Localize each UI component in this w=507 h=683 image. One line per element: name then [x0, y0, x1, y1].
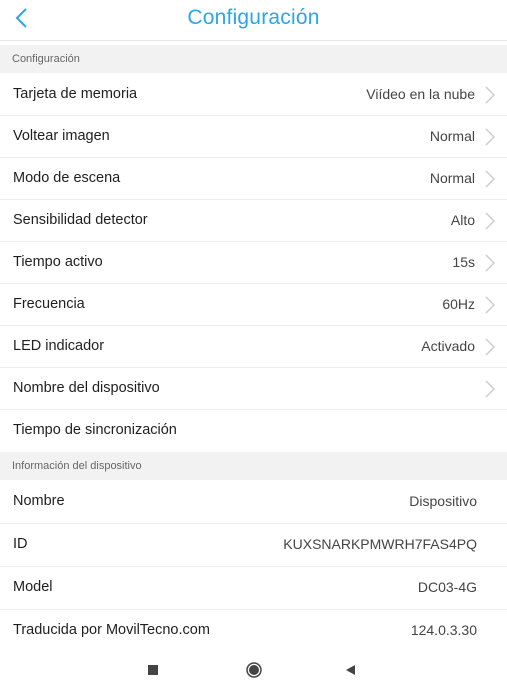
circle-icon[interactable]	[244, 660, 264, 680]
row-label: Tiempo de sincronización	[13, 422, 177, 438]
chevron-right-icon	[485, 296, 495, 314]
row-value: KUXSNARKPMWRH7FAS4PQ	[283, 536, 477, 552]
settings-screen: Configuración Configuración Tarjeta de m…	[0, 0, 507, 683]
settings-row-flip-image[interactable]: Voltear imagen Normal	[0, 116, 507, 158]
row-value: Normal	[429, 170, 475, 186]
header: Configuración	[0, 0, 507, 41]
row-label: Modo de escena	[13, 170, 121, 186]
row-value: Dispositivo	[409, 493, 477, 509]
settings-row-device-name[interactable]: Nombre del dispositivo	[0, 368, 507, 410]
chevron-right-icon	[485, 380, 495, 398]
row-value: Activado	[421, 338, 475, 354]
row-label: Frecuencia	[13, 296, 85, 312]
settings-row-detector-sensitivity[interactable]: Sensibilidad detector Alto	[0, 200, 507, 242]
settings-row-led-indicator[interactable]: LED indicador Activado	[0, 326, 507, 368]
square-icon[interactable]	[143, 660, 163, 680]
row-value: 60Hz	[442, 296, 475, 312]
row-label: Voltear imagen	[13, 128, 110, 144]
settings-row-active-time[interactable]: Tiempo activo 15s	[0, 242, 507, 284]
row-label: Nombre del dispositivo	[13, 380, 160, 396]
chevron-right-icon	[485, 128, 495, 146]
row-value: 15s	[452, 254, 475, 270]
settings-row-frequency[interactable]: Frecuencia 60Hz	[0, 284, 507, 326]
row-label: ID	[13, 536, 28, 552]
row-label: LED indicador	[13, 338, 105, 354]
section-header-device-info: Información del dispositivo	[0, 452, 507, 480]
triangle-back-icon[interactable]	[340, 660, 360, 680]
row-value: DC03-4G	[417, 579, 477, 595]
section-header-config: Configuración	[0, 45, 507, 73]
chevron-right-icon	[485, 212, 495, 230]
row-value: Viídeo en la nube	[366, 86, 475, 102]
chevron-right-icon	[485, 170, 495, 188]
row-value: Alto	[450, 212, 475, 228]
row-label: Model	[13, 579, 53, 595]
system-nav-bar	[0, 656, 507, 683]
chevron-right-icon	[485, 338, 495, 356]
row-value: Normal	[429, 128, 475, 144]
settings-row-sync-time[interactable]: Tiempo de sincronización	[0, 410, 507, 451]
chevron-right-icon	[485, 254, 495, 272]
row-label: Sensibilidad detector	[13, 212, 148, 228]
info-row-name: Nombre Dispositivo	[0, 481, 507, 524]
page-title: Configuración	[187, 6, 320, 29]
chevron-right-icon	[485, 86, 495, 104]
settings-row-memory-card[interactable]: Tarjeta de memoria Viídeo en la nube	[0, 74, 507, 116]
info-row-model: Model DC03-4G	[0, 567, 507, 610]
row-label: Tarjeta de memoria	[13, 86, 138, 102]
row-label: Traducida por MovilTecno.com	[13, 622, 210, 638]
row-label: Nombre	[13, 493, 65, 509]
settings-row-scene-mode[interactable]: Modo de escena Normal	[0, 158, 507, 200]
row-label: Tiempo activo	[13, 254, 103, 270]
row-value: 124.0.3.30	[410, 622, 477, 638]
info-row-version: Traducida por MovilTecno.com 124.0.3.30	[0, 610, 507, 652]
info-row-id: ID KUXSNARKPMWRH7FAS4PQ	[0, 524, 507, 567]
